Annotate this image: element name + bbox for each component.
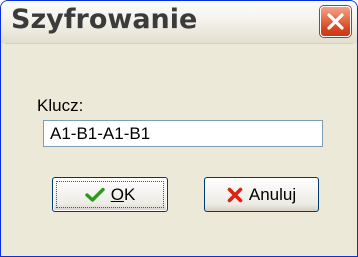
window-right-edge [353, 43, 357, 256]
red-x-icon [227, 187, 243, 202]
title-bar[interactable]: Szyfrowanie [1, 1, 357, 44]
ok-button-label: OK [110, 184, 136, 204]
cancel-button[interactable]: Anuluj [204, 177, 319, 212]
close-icon [327, 13, 344, 30]
encryption-dialog: Szyfrowanie Klucz: A1-B1-A1-B1 OK Anuluj [0, 0, 358, 257]
key-label: Klucz: [37, 96, 84, 115]
checkmark-icon [85, 187, 105, 202]
key-input[interactable]: A1-B1-A1-B1 [43, 120, 323, 147]
cancel-button-label: Anuluj [248, 184, 297, 204]
window-left-edge [1, 43, 5, 256]
close-button[interactable] [320, 6, 351, 37]
window-title: Szyfrowanie [11, 4, 198, 35]
ok-button[interactable]: OK [52, 177, 168, 212]
